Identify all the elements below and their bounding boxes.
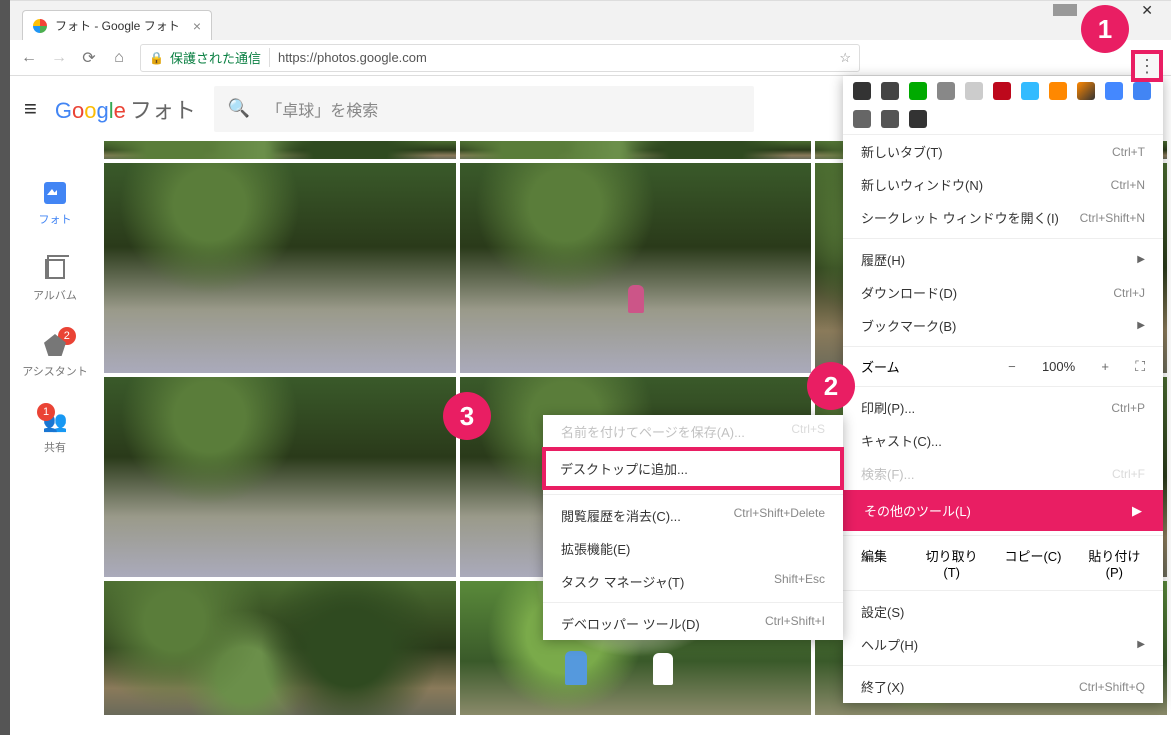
- extension-icon[interactable]: [965, 82, 983, 100]
- menu-help[interactable]: ヘルプ(H)▶: [843, 628, 1163, 661]
- menu-settings[interactable]: 設定(S): [843, 595, 1163, 628]
- photo-thumb[interactable]: [460, 141, 812, 159]
- tab-close-button[interactable]: ×: [193, 18, 201, 34]
- hamburger-icon[interactable]: ≡: [24, 96, 37, 122]
- more-tools-submenu: 名前を付けてページを保存(A)...Ctrl+S デスクトップに追加... 閲覧…: [543, 415, 843, 640]
- extension-icon[interactable]: [881, 110, 899, 128]
- sidebar-item-share[interactable]: 1 👥 共有: [43, 409, 67, 455]
- close-window-button[interactable]: ✕: [1141, 2, 1153, 19]
- menu-history[interactable]: 履歴(H)▶: [843, 243, 1163, 276]
- sidebar-item-assistant[interactable]: 2 アシスタント: [22, 333, 88, 379]
- menu-exit[interactable]: 終了(X)Ctrl+Shift+Q: [843, 670, 1163, 703]
- submenu-add-to-desktop[interactable]: デスクトップに追加...: [542, 447, 844, 490]
- menu-new-tab[interactable]: 新しいタブ(T)Ctrl+T: [843, 135, 1163, 168]
- extension-icon[interactable]: [1133, 82, 1151, 100]
- url-text: https://photos.google.com: [278, 50, 427, 65]
- share-badge: 1: [37, 403, 55, 421]
- search-input[interactable]: 🔍 「卓球」を検索: [214, 86, 754, 132]
- kebab-icon: ⋮: [1138, 56, 1156, 77]
- extension-icon[interactable]: [881, 82, 899, 100]
- extension-icon[interactable]: [1049, 82, 1067, 100]
- sidebar-item-photos[interactable]: フォト: [39, 181, 72, 227]
- extension-icon[interactable]: [1105, 82, 1123, 100]
- extension-icon[interactable]: [853, 82, 871, 100]
- redacted-box: [1053, 4, 1077, 16]
- favicon-icon: [33, 19, 47, 33]
- lock-icon: 🔒: [149, 51, 164, 65]
- zoom-in-button[interactable]: +: [1093, 359, 1117, 374]
- menu-find[interactable]: 検索(F)...Ctrl+F: [843, 457, 1163, 490]
- menu-more-tools[interactable]: その他のツール(L)▶: [843, 490, 1163, 531]
- submenu-extensions[interactable]: 拡張機能(E): [543, 532, 843, 565]
- sidebar: フォト アルバム 2 アシスタント 1 👥 共有: [10, 141, 100, 719]
- sidebar-label: アシスタント: [22, 363, 88, 379]
- address-bar[interactable]: 🔒 保護された通信 https://photos.google.com ☆: [140, 44, 860, 72]
- sidebar-item-album[interactable]: アルバム: [33, 257, 77, 303]
- extension-icon[interactable]: [909, 110, 927, 128]
- album-icon: [45, 259, 65, 279]
- photos-icon: [44, 182, 66, 204]
- photo-thumb[interactable]: [104, 163, 456, 373]
- sidebar-label: アルバム: [33, 287, 77, 303]
- extension-icon[interactable]: [1021, 82, 1039, 100]
- photo-thumb[interactable]: [104, 377, 456, 577]
- extension-icon[interactable]: [993, 82, 1011, 100]
- back-button[interactable]: ←: [20, 49, 38, 67]
- menu-edit-row: 編集 切り取り(T) コピー(C) 貼り付け(P): [843, 540, 1163, 586]
- photo-thumb[interactable]: [104, 581, 456, 715]
- secure-label: 保護された通信: [170, 48, 270, 67]
- menu-incognito[interactable]: シークレット ウィンドウを開く(I)Ctrl+Shift+N: [843, 201, 1163, 234]
- home-button[interactable]: ⌂: [110, 49, 128, 67]
- annotation-2: 2: [807, 362, 855, 410]
- extension-icon[interactable]: [1077, 82, 1095, 100]
- browser-tab[interactable]: フォト - Google フォト ×: [22, 10, 212, 40]
- menu-new-window[interactable]: 新しいウィンドウ(N)Ctrl+N: [843, 168, 1163, 201]
- photo-thumb[interactable]: [104, 141, 456, 159]
- annotation-3: 3: [443, 392, 491, 440]
- bookmark-star-icon[interactable]: ☆: [839, 50, 851, 66]
- menu-downloads[interactable]: ダウンロード(D)Ctrl+J: [843, 276, 1163, 309]
- extension-icon[interactable]: [909, 82, 927, 100]
- menu-print[interactable]: 印刷(P)...Ctrl+P: [843, 391, 1163, 424]
- address-bar-row: ← → ⟳ ⌂ 🔒 保護された通信 https://photos.google.…: [10, 40, 1171, 76]
- search-icon: 🔍: [228, 98, 250, 119]
- photo-thumb[interactable]: [460, 163, 812, 373]
- reload-button[interactable]: ⟳: [80, 48, 98, 68]
- menu-bookmarks[interactable]: ブックマーク(B)▶: [843, 309, 1163, 342]
- menu-cut[interactable]: 切り取り(T): [921, 546, 982, 580]
- submenu-task-manager[interactable]: タスク マネージャ(T)Shift+Esc: [543, 565, 843, 598]
- menu-copy[interactable]: コピー(C): [1002, 546, 1063, 580]
- chrome-menu: 新しいタブ(T)Ctrl+T 新しいウィンドウ(N)Ctrl+N シークレット …: [843, 76, 1163, 703]
- extension-icon[interactable]: [853, 110, 871, 128]
- submenu-clear-history[interactable]: 閲覧履歴を消去(C)...Ctrl+Shift+Delete: [543, 499, 843, 532]
- submenu-dev-tools[interactable]: デベロッパー ツール(D)Ctrl+Shift+I: [543, 607, 843, 640]
- menu-cast[interactable]: キャスト(C)...: [843, 424, 1163, 457]
- tab-title: フォト - Google フォト: [55, 17, 180, 34]
- chrome-menu-button[interactable]: ⋮: [1131, 50, 1163, 82]
- google-photos-logo: Googleフォト: [55, 93, 196, 125]
- menu-paste[interactable]: 貼り付け(P): [1084, 546, 1145, 580]
- zoom-out-button[interactable]: −: [1000, 359, 1024, 374]
- tab-bar: フォト - Google フォト ×: [10, 0, 1171, 40]
- sidebar-label: 共有: [44, 439, 66, 455]
- submenu-save-page[interactable]: 名前を付けてページを保存(A)...Ctrl+S: [543, 415, 843, 448]
- search-placeholder: 「卓球」を検索: [266, 97, 378, 121]
- menu-zoom: ズーム − 100% + ⛶: [843, 351, 1163, 382]
- annotation-1: 1: [1081, 5, 1129, 53]
- forward-button[interactable]: →: [50, 49, 68, 67]
- sidebar-label: フォト: [39, 211, 72, 227]
- extension-icon[interactable]: [937, 82, 955, 100]
- extension-icons-row: [843, 76, 1163, 135]
- fullscreen-icon[interactable]: ⛶: [1135, 358, 1145, 375]
- zoom-value: 100%: [1042, 359, 1075, 374]
